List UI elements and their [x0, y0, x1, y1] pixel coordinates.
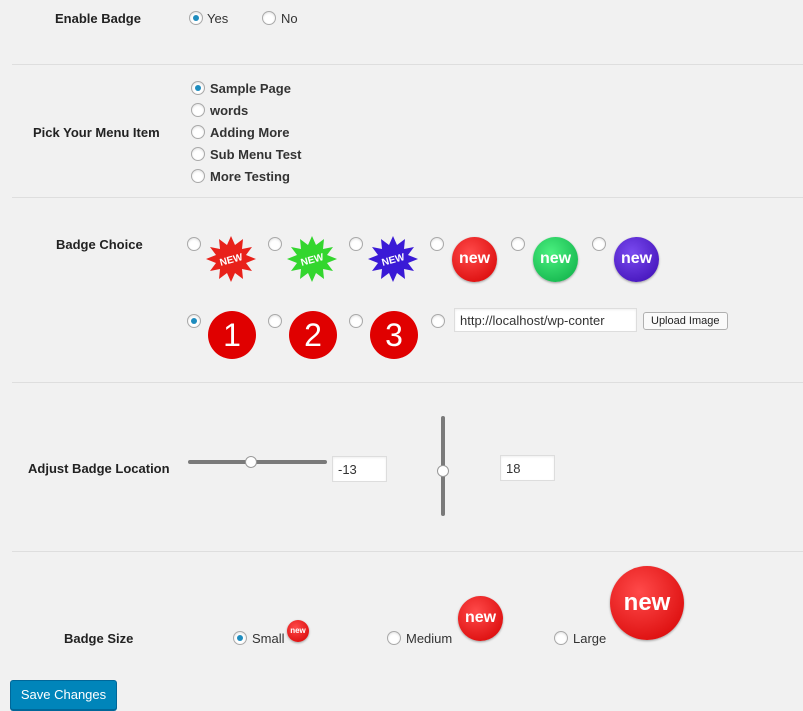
- badge-preview-large: new: [610, 566, 684, 640]
- starburst-badge-blue[interactable]: NEW: [368, 236, 418, 282]
- upload-image-button[interactable]: Upload Image: [643, 312, 728, 330]
- horizontal-slider-handle[interactable]: [245, 456, 257, 468]
- menu-item-radio[interactable]: [191, 125, 205, 139]
- enable-badge-yes-radio[interactable]: [189, 11, 203, 25]
- circle-badge-purple[interactable]: new: [614, 237, 659, 282]
- horizontal-offset-input[interactable]: [332, 456, 387, 482]
- menu-item-option-label[interactable]: words: [210, 103, 248, 118]
- badge-preview-small: new: [287, 620, 309, 642]
- number-badge-2[interactable]: 2: [289, 311, 337, 359]
- badge-choice-radio[interactable]: [511, 237, 525, 251]
- divider: [12, 64, 803, 65]
- enable-badge-no-label[interactable]: No: [281, 11, 298, 26]
- badge-choice-radio[interactable]: [592, 237, 606, 251]
- badge-choice-radio[interactable]: [268, 237, 282, 251]
- menu-item-option-label[interactable]: Sub Menu Test: [210, 147, 301, 162]
- badge-choice-radio[interactable]: [187, 314, 201, 328]
- badge-choice-radio[interactable]: [349, 314, 363, 328]
- badge-size-label: Badge Size: [64, 631, 134, 646]
- custom-badge-url-input[interactable]: [454, 308, 637, 332]
- circle-badge-red[interactable]: new: [452, 237, 497, 282]
- number-badge-1[interactable]: 1: [208, 311, 256, 359]
- enable-badge-label: Enable Badge: [55, 11, 141, 26]
- badge-choice-radio[interactable]: [430, 237, 444, 251]
- menu-item-radio[interactable]: [191, 103, 205, 117]
- badge-choice-custom-radio[interactable]: [431, 314, 445, 328]
- enable-badge-no-radio[interactable]: [262, 11, 276, 25]
- divider: [12, 551, 803, 552]
- badge-size-medium-label[interactable]: Medium: [406, 631, 452, 646]
- badge-preview-medium: new: [458, 596, 503, 641]
- badge-size-small-radio[interactable]: [233, 631, 247, 645]
- badge-size-large-radio[interactable]: [554, 631, 568, 645]
- divider: [12, 382, 803, 383]
- menu-item-option-label[interactable]: Sample Page: [210, 81, 291, 96]
- menu-item-radio[interactable]: [191, 147, 205, 161]
- badge-size-small-label[interactable]: Small: [252, 631, 285, 646]
- menu-item-label: Pick Your Menu Item: [33, 125, 160, 140]
- vertical-offset-input[interactable]: [500, 455, 555, 481]
- divider: [12, 197, 803, 198]
- vertical-slider-handle[interactable]: [437, 465, 449, 477]
- menu-item-option-label[interactable]: More Testing: [210, 169, 290, 184]
- number-badge-3[interactable]: 3: [370, 311, 418, 359]
- circle-badge-green[interactable]: new: [533, 237, 578, 282]
- badge-location-label: Adjust Badge Location: [28, 461, 170, 476]
- save-changes-button[interactable]: Save Changes: [10, 680, 117, 710]
- badge-choice-label: Badge Choice: [56, 237, 143, 252]
- starburst-badge-green[interactable]: NEW: [287, 236, 337, 282]
- horizontal-slider-track[interactable]: [188, 460, 327, 464]
- badge-choice-radio[interactable]: [187, 237, 201, 251]
- menu-item-radio[interactable]: [191, 169, 205, 183]
- enable-badge-yes-label[interactable]: Yes: [207, 11, 228, 26]
- badge-choice-radio[interactable]: [349, 237, 363, 251]
- menu-item-option-label[interactable]: Adding More: [210, 125, 289, 140]
- badge-size-medium-radio[interactable]: [387, 631, 401, 645]
- badge-size-large-label[interactable]: Large: [573, 631, 606, 646]
- menu-item-radio[interactable]: [191, 81, 205, 95]
- starburst-badge-red[interactable]: NEW: [206, 236, 256, 282]
- badge-choice-radio[interactable]: [268, 314, 282, 328]
